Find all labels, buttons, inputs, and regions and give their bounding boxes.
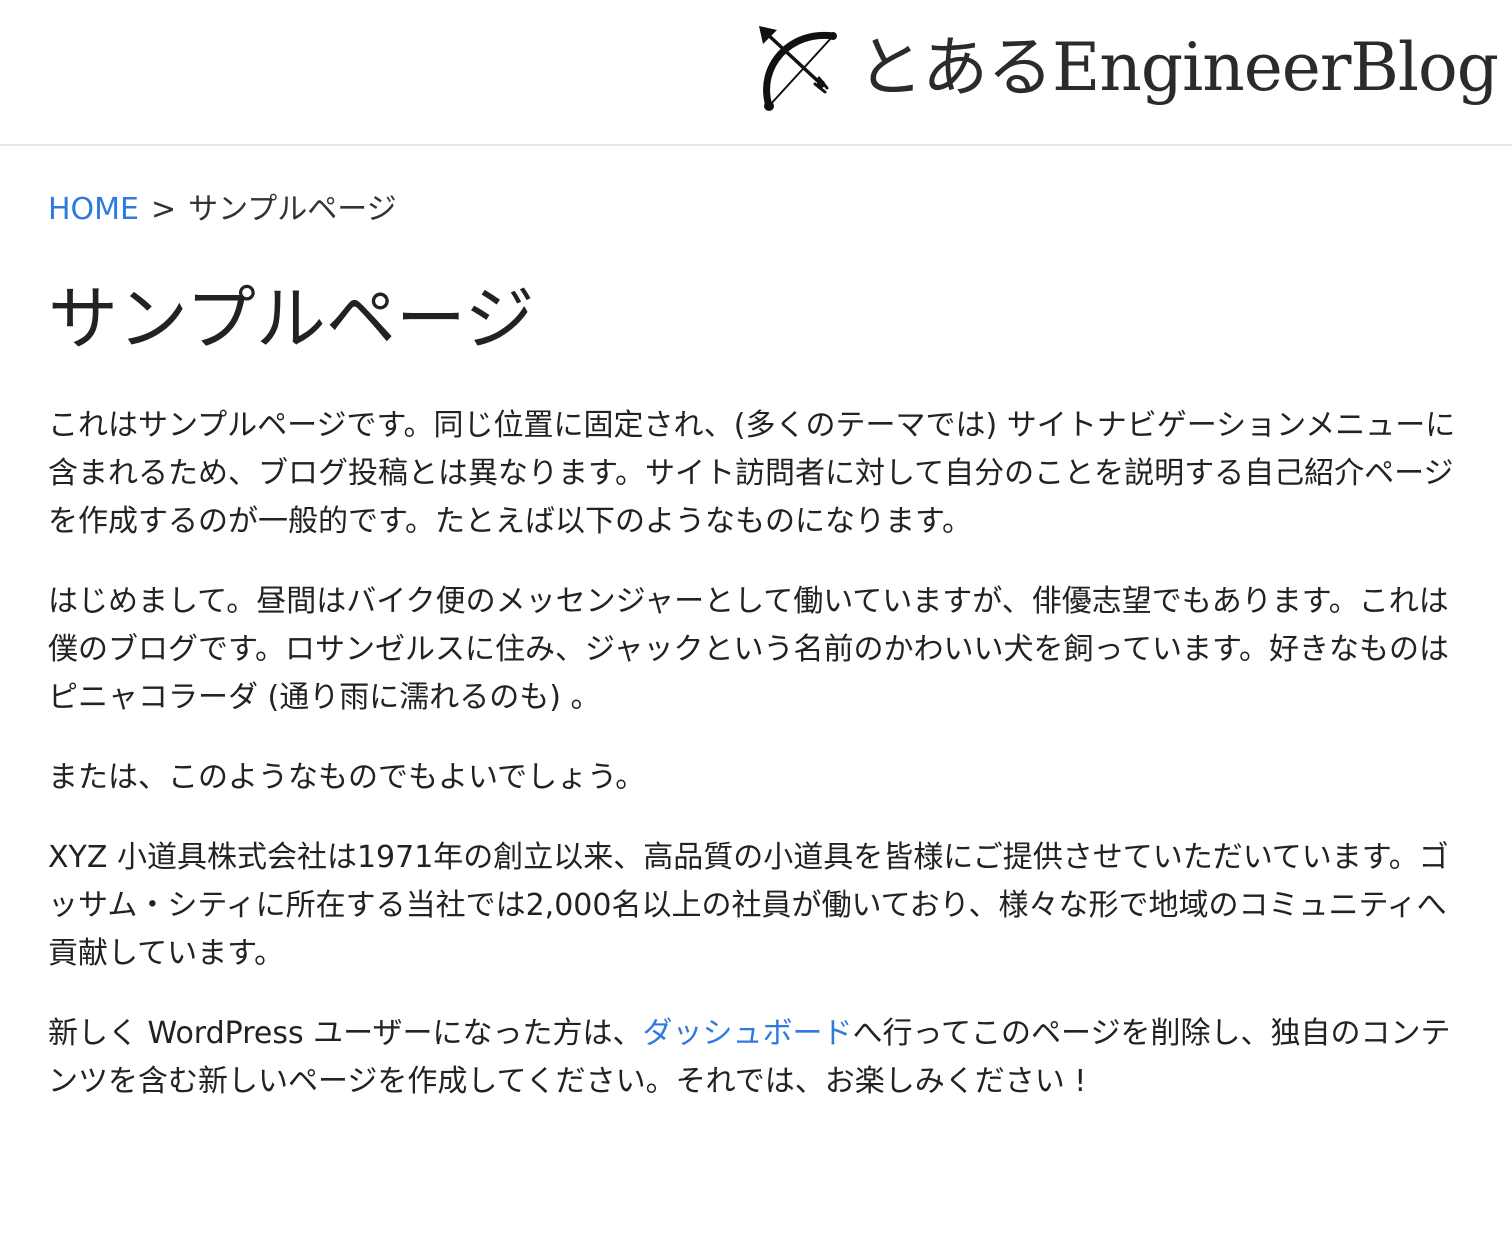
page-title: サンプルページ [48,278,535,360]
paragraph-example-personal: はじめまして。昼間はバイク便のメッセンジャーとして働いていますが、俳優志望でもあ… [48,584,1449,715]
site-title: とあるEngineerBlog [857,29,1499,106]
paragraph-intro: これはサンプルページです。同じ位置に固定され、(多くのテーマでは) サイトナビゲ… [48,408,1456,539]
dashboard-link[interactable]: ダッシュボード [643,1016,853,1051]
breadcrumb-current: サンプルページ [188,192,397,227]
breadcrumb-home-link[interactable]: HOME [48,192,139,227]
breadcrumb-separator: > [151,192,177,227]
site-brand-link[interactable]: とあるEngineerBlog [755,22,1499,114]
paragraph-closing: 新しく WordPress ユーザーになった方は、ダッシュボードへ行ってこのペー… [48,1010,1458,1106]
entry-content: これはサンプルページです。同じ位置に固定され、(多くのテーマでは) サイトナビゲ… [48,402,1458,1106]
closing-text-before: 新しく WordPress ユーザーになった方は、 [48,1016,643,1051]
paragraph-or: または、このようなものでもよいでしょう。 [48,760,646,795]
main-content: HOME > サンプルページ サンプルページ これはサンプルページです。同じ位置に固… [0,146,1506,1106]
site-header: とあるEngineerBlog [0,0,1512,146]
paragraph-example-company: XYZ 小道具株式会社は1971年の創立以来、高品質の小道具を皆様にご提供させて… [48,840,1449,971]
breadcrumb: HOME > サンプルページ [48,188,1458,232]
bow-and-arrow-icon [759,26,838,111]
